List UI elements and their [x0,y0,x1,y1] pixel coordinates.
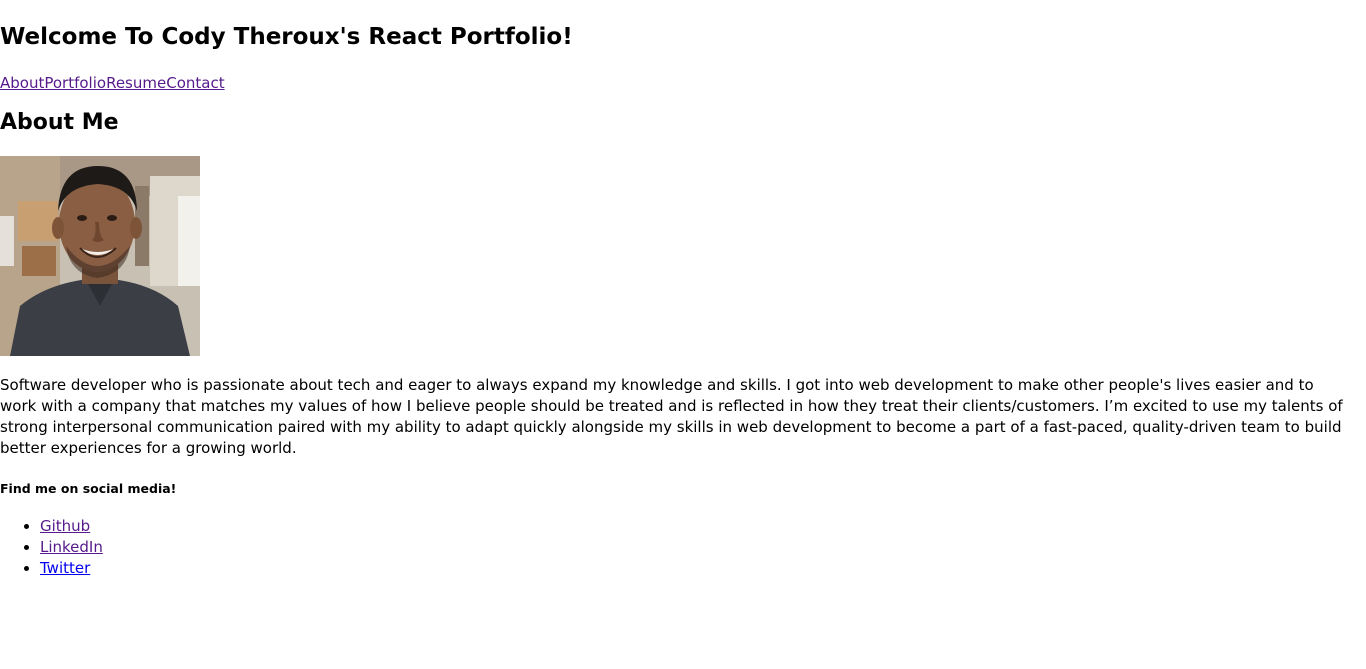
nav-link-contact[interactable]: Contact [166,74,224,92]
twitter-link[interactable]: Twitter [40,559,90,577]
profile-photo [0,156,200,356]
main-nav: AboutPortfolioResumeContact [0,72,1366,94]
nav-link-about[interactable]: About [0,74,44,92]
about-heading: About Me [0,110,119,135]
social-heading: Find me on social media! [0,481,177,496]
nav-link-resume[interactable]: Resume [106,74,166,92]
social-list: Github LinkedIn Twitter [0,516,1366,579]
github-link[interactable]: Github [40,517,90,535]
bio-paragraph: Software developer who is passionate abo… [0,376,1343,457]
page: Welcome To Cody Theroux's React Portfoli… [0,21,1366,579]
linkedin-link[interactable]: LinkedIn [40,538,103,556]
nav-link-portfolio[interactable]: Portfolio [44,74,106,92]
social-list-item: Twitter [40,558,1366,579]
social-list-item: LinkedIn [40,537,1366,558]
site-title: Welcome To Cody Theroux's React Portfoli… [0,24,573,50]
social-list-item: Github [40,516,1366,537]
